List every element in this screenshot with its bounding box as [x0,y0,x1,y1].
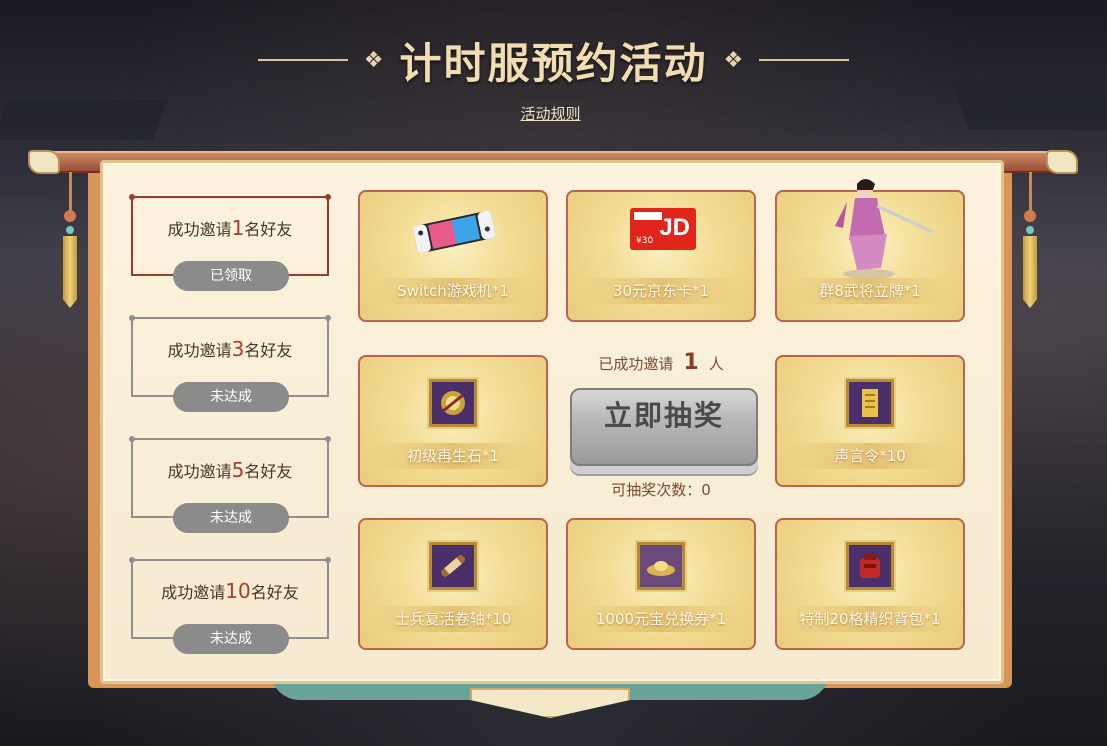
tier-status-button[interactable]: 未达成 [173,624,289,654]
prize-label: 声言令*10 [834,447,906,465]
prize-card[interactable]: 初级再生石*1 [358,355,548,487]
prize-label: Switch游戏机*1 [397,282,509,300]
invite-tier-5: 成功邀请5名好友 未达成 [129,436,331,533]
prize-card[interactable]: JD ¥30 30元京东卡*1 [566,190,756,322]
prize-label: 30元京东卡*1 [612,282,710,300]
prize-card[interactable]: 士兵复活卷轴*10 [358,518,548,650]
remaining-count: 0 [701,481,711,499]
tassel-bead-right [1024,210,1036,222]
tier-label: 成功邀请5名好友 [167,458,293,482]
invite-tier-1: 成功邀请1名好友 已领取 [129,194,331,291]
tassel-bead-left [64,210,76,222]
tassel-left [63,236,77,308]
tassel-bead-left [66,226,74,234]
jd-card-icon: JD ¥30 [630,208,696,250]
prize-card[interactable]: 1000元宝兑换券*1 [566,518,756,650]
ingot-voucher-icon [637,542,685,590]
draw-now-button[interactable]: 立即抽奖 [570,388,758,466]
page-title: 计时服预约活动 [399,38,708,88]
backpack-icon [846,542,894,590]
regen-stone-icon [429,379,477,427]
invited-suffix: 人 [708,355,724,373]
prize-label: 士兵复活卷轴*10 [394,610,512,628]
invite-tier-3: 成功邀请3名好友 未达成 [129,315,331,412]
invited-prefix: 已成功邀请 [598,355,674,373]
rules-link[interactable]: 活动规则 [0,103,1101,124]
tier-status-button[interactable]: 未达成 [173,382,289,412]
prize-card[interactable]: Switch游戏机*1 [358,190,548,322]
prize-label: 群8武将立牌*1 [819,282,921,300]
scroll-rod-end-left [28,150,60,174]
ornament-icon: ❖ [363,47,384,73]
tier-label: 成功邀请10名好友 [161,579,299,603]
scroll-token-icon [846,379,894,427]
ornament-icon: ❖ [723,47,744,73]
tier-label: 成功邀请1名好友 [167,216,293,240]
prize-card[interactable]: 声言令*10 [775,355,965,487]
tier-label: 成功邀请3名好友 [167,337,293,361]
jd-card-brand: JD [659,214,690,241]
revive-scroll-icon [429,542,477,590]
prize-label: 1000元宝兑换券*1 [595,610,727,628]
invited-count: 1 [683,350,699,375]
remaining-draws-text: 可抽奖次数：0 [566,479,756,500]
tier-status-button[interactable]: 已领取 [173,261,289,291]
tassel-cord-right [1029,172,1032,212]
switch-console-icon [413,210,496,254]
tassel-right [1023,236,1037,308]
general-figure-icon [835,179,934,279]
invited-count-text: 已成功邀请 1 人 [566,350,756,375]
title-divider-right [759,59,850,61]
prize-label: 初级再生石*1 [406,447,500,465]
tassel-bead-right [1026,226,1034,234]
tassel-cord-left [69,172,72,212]
tier-status-button[interactable]: 未达成 [173,503,289,533]
invite-tier-10: 成功邀请10名好友 未达成 [129,557,331,654]
scroll-rod-end-right [1046,150,1078,174]
remaining-label: 可抽奖次数： [611,481,702,499]
title-divider-left [257,59,348,61]
page-header: ❖ 计时服预约活动 ❖ [0,30,1107,90]
prize-label: 特制20格精织背包*1 [799,610,941,628]
prize-card[interactable]: 特制20格精织背包*1 [775,518,965,650]
jd-card-amount: ¥30 [636,236,654,246]
prize-card[interactable]: 群8武将立牌*1 [775,179,965,322]
